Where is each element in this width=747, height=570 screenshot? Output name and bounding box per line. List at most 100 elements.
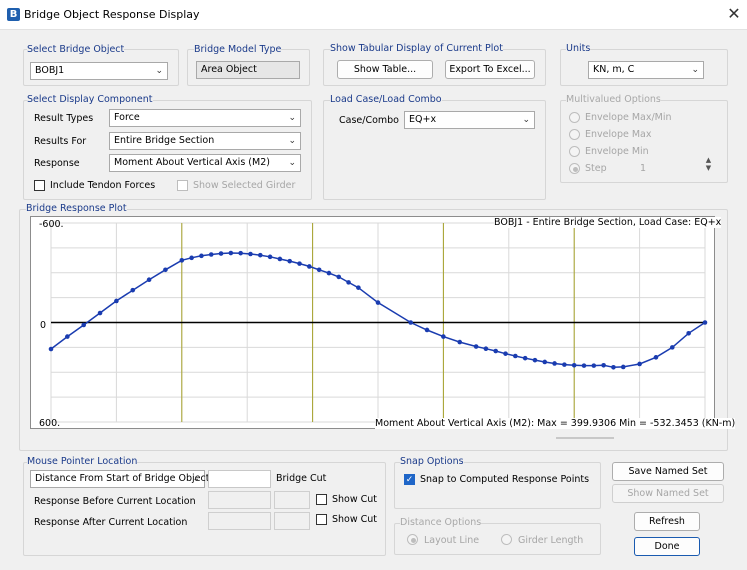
response-point	[326, 270, 332, 276]
response-point	[408, 320, 414, 325]
step-value: 1	[640, 163, 647, 174]
envelope-maxmin-label: Envelope Max/Min	[585, 112, 672, 123]
response-point	[130, 287, 136, 293]
tabular-label: Show Tabular Display of Current Plot	[330, 43, 503, 54]
close-icon[interactable]: ✕	[724, 3, 744, 25]
done-button[interactable]: Done	[634, 537, 700, 556]
response-combo[interactable]: Moment About Vertical Axis (M2) ⌄	[109, 154, 301, 172]
snap-checkbox[interactable]: ✓	[404, 474, 415, 485]
chevron-down-icon: ⌄	[288, 158, 296, 168]
bridge-cut-input[interactable]	[208, 470, 271, 488]
response-point	[307, 264, 312, 269]
envelope-min-radio[interactable]	[569, 146, 580, 157]
response-point	[208, 252, 214, 257]
y-zero-label: 0	[40, 320, 47, 331]
plot-scrollbar[interactable]	[556, 437, 614, 439]
response-label: Response	[34, 158, 80, 169]
envelope-max-radio[interactable]	[569, 129, 580, 140]
response-point	[493, 348, 499, 354]
response-point	[179, 258, 185, 263]
response-point	[146, 277, 152, 283]
envelope-min-label: Envelope Min	[585, 146, 649, 157]
after-field-2	[274, 512, 310, 530]
show-cut-label-1: Show Cut	[332, 494, 378, 505]
response-point	[297, 261, 302, 266]
girder-length-label: Girder Length	[518, 535, 584, 546]
response-plot-label: Bridge Response Plot	[26, 203, 127, 214]
units-value: KN, m, C	[593, 64, 635, 75]
result-types-label: Result Types	[34, 113, 94, 124]
distance-combo[interactable]: Distance From Start of Bridge Object ⌄	[30, 470, 209, 488]
response-point	[238, 250, 243, 256]
before-field-1	[208, 491, 271, 509]
response-point	[581, 363, 587, 368]
response-point	[248, 251, 253, 257]
envelope-maxmin-radio[interactable]	[569, 112, 580, 123]
response-point	[277, 256, 283, 262]
tendon-checkbox[interactable]	[34, 180, 45, 191]
response-point	[611, 364, 616, 370]
response-point	[336, 274, 342, 280]
response-point	[81, 322, 86, 328]
refresh-button[interactable]: Refresh	[634, 512, 700, 531]
select-object-label: Select Bridge Object	[27, 44, 125, 55]
before-field-2	[274, 491, 310, 509]
girder-length-radio[interactable]	[501, 534, 512, 545]
window-title: Bridge Object Response Display	[24, 8, 200, 21]
layout-line-label: Layout Line	[424, 535, 480, 546]
bridge-object-combo[interactable]: BOBJ1 ⌄	[30, 62, 168, 80]
distance-value: Distance From Start of Bridge Object	[35, 473, 210, 484]
response-point	[670, 345, 675, 350]
response-point	[473, 344, 479, 349]
response-point	[653, 355, 659, 360]
response-point	[513, 353, 518, 359]
response-point	[375, 300, 381, 305]
response-point	[316, 267, 322, 273]
step-radio[interactable]	[569, 163, 580, 174]
response-point	[356, 285, 361, 290]
result-types-combo[interactable]: Force ⌄	[109, 109, 301, 127]
app-icon: B	[7, 8, 20, 21]
show-named-set-button[interactable]: Show Named Set	[612, 484, 724, 503]
export-excel-button[interactable]: Export To Excel...	[445, 60, 535, 79]
result-types-value: Force	[114, 112, 140, 123]
y-top-label: -600.	[39, 219, 64, 230]
show-cut-checkbox-1[interactable]	[316, 494, 327, 505]
response-point	[686, 330, 691, 336]
plot-header: BOBJ1 - Entire Bridge Section, Load Case…	[494, 217, 722, 228]
response-point	[287, 258, 293, 264]
after-label: Response After Current Location	[34, 517, 188, 528]
before-label: Response Before Current Location	[34, 496, 196, 507]
case-combo-value: EQ+x	[409, 114, 437, 125]
response-point	[532, 357, 538, 363]
chevron-down-icon: ⌄	[192, 474, 200, 484]
response-point	[189, 255, 194, 261]
response-point	[562, 362, 567, 367]
snap-computed-label: Snap to Computed Response Points	[420, 474, 590, 485]
model-type-label: Bridge Model Type	[194, 44, 282, 55]
show-cut-checkbox-2[interactable]	[316, 514, 327, 525]
show-table-button[interactable]: Show Table...	[337, 60, 433, 79]
distance-options-label: Distance Options	[400, 517, 482, 528]
units-label: Units	[566, 43, 591, 54]
case-combo[interactable]: EQ+x ⌄	[404, 111, 535, 129]
response-point	[552, 361, 557, 366]
response-point	[620, 364, 626, 370]
response-point	[65, 334, 70, 339]
case-combo-label: Case/Combo	[339, 115, 399, 126]
units-combo[interactable]: KN, m, C ⌄	[588, 61, 704, 79]
results-for-combo[interactable]: Entire Bridge Section ⌄	[109, 132, 301, 150]
bridge-object-value: BOBJ1	[35, 65, 65, 76]
response-point	[48, 346, 54, 352]
response-plot[interactable]	[30, 216, 715, 429]
response-point	[483, 346, 489, 352]
snap-label: Snap Options	[400, 456, 464, 467]
save-named-set-button[interactable]: Save Named Set	[612, 462, 724, 481]
snap-group	[394, 462, 601, 509]
girder-checkbox[interactable]	[177, 180, 188, 191]
layout-line-radio[interactable]	[407, 534, 418, 545]
step-spinner-icon[interactable]: ▲ ▼	[704, 156, 713, 174]
step-label: Step	[585, 163, 607, 174]
y-bottom-label: 600.	[39, 418, 61, 429]
response-point	[218, 251, 224, 256]
